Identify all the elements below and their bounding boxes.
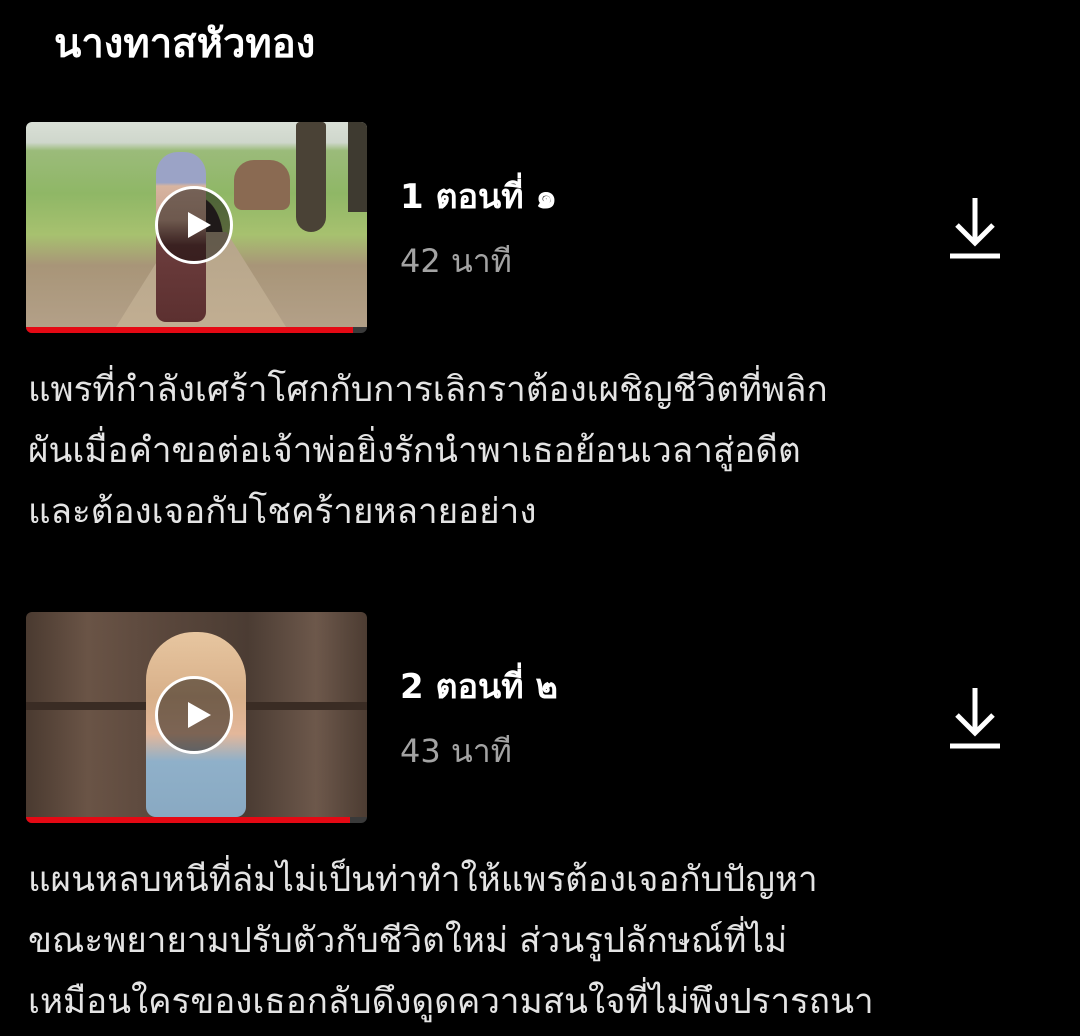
watch-progress-bar [26,327,367,333]
episode-thumbnail[interactable] [26,612,367,823]
watch-progress-fill [26,817,350,823]
play-icon[interactable] [155,676,233,754]
episode-description: แพรที่กำลังเศร้าโศกกับการเลิกราต้องเผชิญ… [28,360,1028,543]
season-title: นางทาสหัวทอง [54,21,316,67]
download-icon[interactable] [940,192,1010,268]
description-line: แพรที่กำลังเศร้าโศกกับการเลิกราต้องเผชิญ… [28,370,828,410]
description-line: แผนหลบหนีที่ล่มไม่เป็นท่าทำให้แพรต้องเจอ… [28,860,818,900]
episode-title[interactable]: 1 ตอนที่ ๑ [400,174,557,220]
play-icon[interactable] [155,186,233,264]
watch-progress-fill [26,327,354,333]
episode-title[interactable]: 2 ตอนที่ ๒ [400,664,558,710]
description-line: และต้องเจอกับโชคร้ายหลายอย่าง [28,492,537,532]
episode-description: แผนหลบหนีที่ล่มไม่เป็นท่าทำให้แพรต้องเจอ… [28,850,1028,1033]
watch-progress-bar [26,817,367,823]
episode-duration: 43 นาที [400,732,512,770]
description-line: ผันเมื่อคำขอต่อเจ้าพ่อยิ่งรักนำพาเธอย้อน… [28,431,801,471]
download-icon[interactable] [940,682,1010,758]
episode-duration: 42 นาที [400,242,512,280]
description-line: ขณะพยายามปรับตัวกับชีวิตใหม่ ส่วนรูปลักษ… [28,921,788,961]
description-line: เหมือนใครของเธอกลับดึงดูดความสนใจที่ไม่พ… [28,982,874,1022]
episode-list-page: นางทาสหัวทอง 1 ตอนที่ ๑ 42 นาที แพรที่กำ… [0,0,1080,1036]
episode-thumbnail[interactable] [26,122,367,333]
